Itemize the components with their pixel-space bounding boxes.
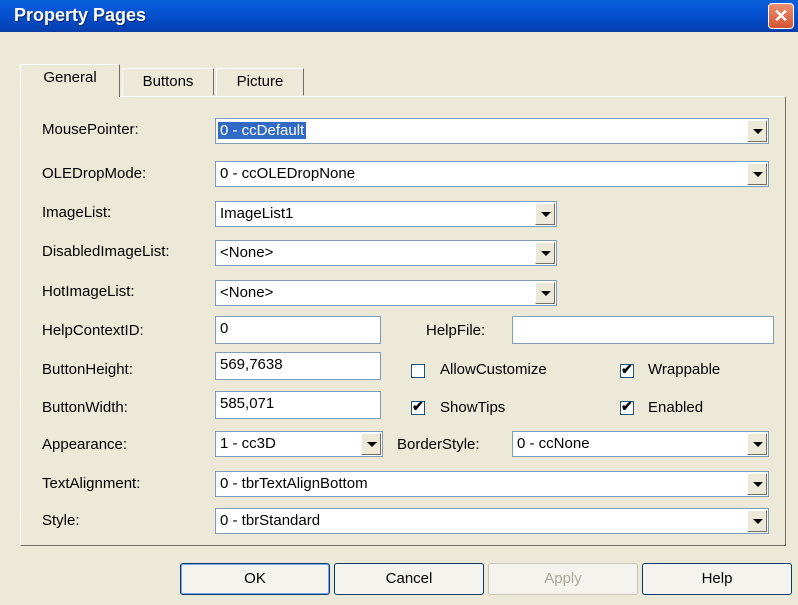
tab-picture-label: Picture: [236, 73, 284, 90]
help-file-label: HelpFile:: [426, 322, 486, 339]
tab-buttons[interactable]: Buttons: [122, 68, 214, 96]
button-height-value: 569,7638: [220, 356, 283, 373]
ole-drop-mode-value: 0 - ccOLEDropNone: [220, 165, 356, 182]
allow-customize-label: AllowCustomize: [440, 361, 547, 378]
close-button[interactable]: ✕: [768, 3, 794, 29]
chevron-down-icon[interactable]: [361, 433, 381, 455]
disabled-image-list-select[interactable]: <None>: [215, 240, 557, 266]
appearance-label: Appearance:: [42, 436, 128, 453]
mouse-pointer-label: MousePointer:: [42, 121, 139, 138]
tab-general[interactable]: General: [20, 64, 120, 97]
chevron-down-icon[interactable]: [535, 282, 555, 304]
hot-image-list-value: <None>: [220, 284, 274, 301]
style-value: 0 - tbrStandard: [220, 512, 321, 529]
text-alignment-label: TextAlignment:: [42, 475, 141, 492]
border-style-label: BorderStyle:: [397, 436, 480, 453]
chevron-down-icon[interactable]: [747, 433, 767, 455]
mouse-pointer-select[interactable]: 0 - ccDefault: [215, 118, 769, 144]
ok-button[interactable]: OK: [180, 563, 330, 595]
window-title: Property Pages: [14, 5, 147, 25]
image-list-select[interactable]: ImageList1: [215, 201, 557, 227]
wrappable-checkbox[interactable]: ✔: [620, 361, 634, 378]
appearance-select[interactable]: 1 - cc3D: [215, 431, 383, 457]
tab-general-label: General: [43, 69, 97, 86]
button-width-label: ButtonWidth:: [42, 399, 128, 416]
style-select[interactable]: 0 - tbrStandard: [215, 508, 769, 534]
enabled-checkbox[interactable]: ✔: [620, 398, 634, 415]
help-button[interactable]: Help: [642, 563, 792, 595]
hot-image-list-label: HotImageList:: [42, 283, 135, 300]
chevron-down-icon[interactable]: [747, 510, 767, 532]
text-alignment-select[interactable]: 0 - tbrTextAlignBottom: [215, 471, 769, 497]
tab-picture[interactable]: Picture: [216, 68, 304, 96]
check-icon: ✔: [621, 361, 633, 377]
close-icon: ✕: [773, 6, 789, 26]
apply-button[interactable]: Apply: [488, 563, 638, 595]
text-alignment-value: 0 - tbrTextAlignBottom: [220, 475, 368, 492]
image-list-label: ImageList:: [42, 204, 112, 221]
border-style-value: 0 - ccNone: [517, 435, 590, 452]
chevron-down-icon[interactable]: [747, 163, 767, 185]
allow-customize-checkbox[interactable]: [411, 364, 425, 378]
button-width-value: 585,071: [220, 395, 275, 412]
chevron-down-icon[interactable]: [747, 473, 767, 495]
wrappable-label: Wrappable: [648, 361, 721, 378]
show-tips-checkbox[interactable]: ✔: [411, 398, 425, 415]
check-icon: ✔: [412, 398, 424, 414]
cancel-button[interactable]: Cancel: [334, 563, 484, 595]
style-label: Style:: [42, 512, 80, 529]
appearance-value: 1 - cc3D: [220, 435, 276, 452]
disabled-image-list-value: <None>: [220, 244, 274, 261]
mouse-pointer-value: 0 - ccDefault: [218, 122, 307, 139]
help-file-field[interactable]: [512, 316, 774, 344]
help-context-id-field[interactable]: 0: [215, 316, 381, 344]
title-bar: Property Pages ✕: [0, 0, 798, 32]
ole-drop-mode-select[interactable]: 0 - ccOLEDropNone: [215, 161, 769, 187]
check-icon: ✔: [621, 398, 633, 414]
chevron-down-icon[interactable]: [747, 120, 767, 142]
button-width-field[interactable]: 585,071: [215, 391, 381, 419]
border-style-select[interactable]: 0 - ccNone: [512, 431, 769, 457]
button-height-field[interactable]: 569,7638: [215, 352, 381, 380]
chevron-down-icon[interactable]: [535, 203, 555, 225]
tab-buttons-label: Buttons: [142, 73, 194, 90]
image-list-value: ImageList1: [220, 205, 294, 222]
hot-image-list-select[interactable]: <None>: [215, 280, 557, 306]
chevron-down-icon[interactable]: [535, 242, 555, 264]
help-context-id-value: 0: [220, 320, 229, 337]
show-tips-label: ShowTips: [440, 399, 506, 416]
ole-drop-mode-label: OLEDropMode:: [42, 165, 147, 182]
disabled-image-list-label: DisabledImageList:: [42, 243, 170, 260]
enabled-label: Enabled: [648, 399, 704, 416]
help-context-id-label: HelpContextID:: [42, 322, 144, 339]
button-height-label: ButtonHeight:: [42, 361, 133, 378]
